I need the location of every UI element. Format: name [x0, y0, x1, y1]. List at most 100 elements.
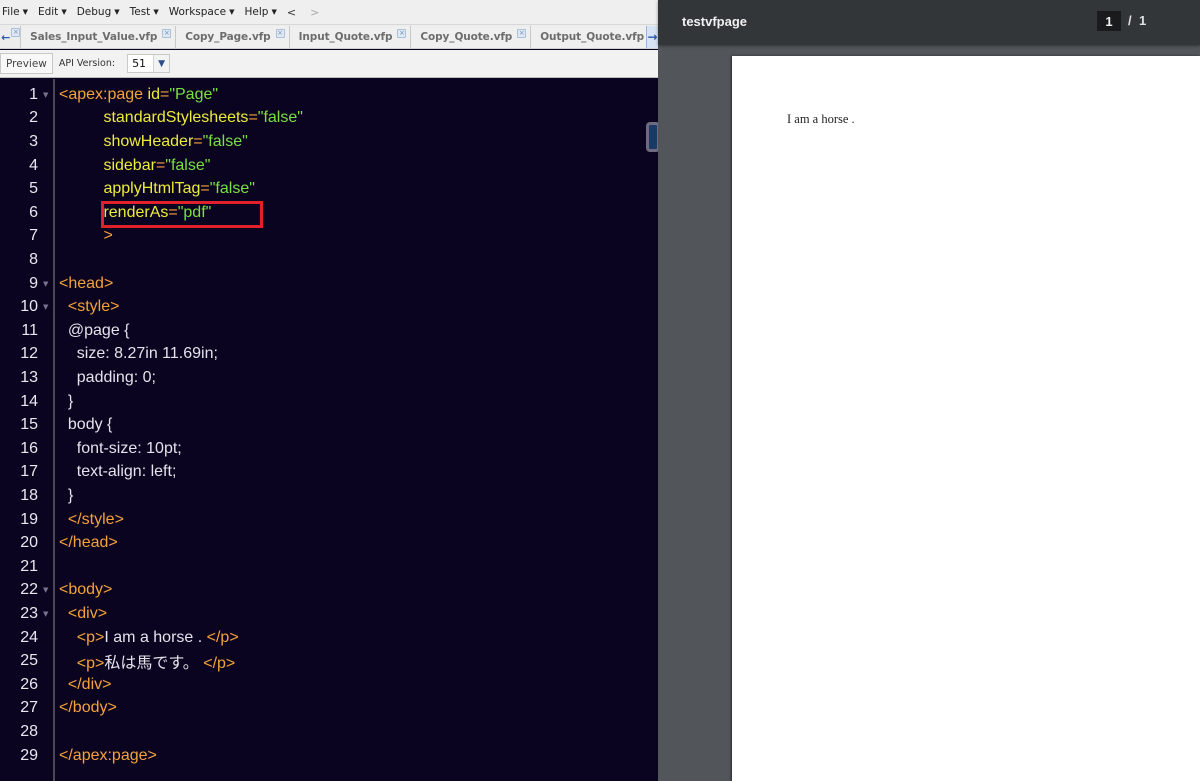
pdf-title: testvfpage [682, 14, 748, 29]
code-line[interactable]: 14 } [0, 390, 658, 414]
arrow-right-icon: → [647, 30, 658, 44]
tab-label: Input_Quote.vfp [298, 31, 393, 43]
code-token-attr: sidebar [103, 156, 156, 174]
code-line[interactable]: 19 </style> [0, 508, 658, 532]
menu-workspace[interactable]: Workspace ▼ [169, 6, 235, 18]
code-token-str: "false" [257, 109, 303, 127]
code-token-tag: = [248, 109, 258, 127]
code-token-tag: = [159, 85, 170, 103]
code-line[interactable]: 22 ▼ <body> [0, 579, 658, 603]
code-text: <style> [59, 298, 120, 316]
tab-output-quote[interactable]: Output_Quote.vfp [530, 26, 646, 48]
code-line[interactable]: 8 [0, 248, 658, 272]
code-line[interactable]: 18 } [0, 484, 658, 508]
close-tab-icon[interactable]: × [517, 29, 527, 38]
code-text: <head> [59, 275, 113, 293]
code-line[interactable]: 5 applyHtmlTag="false" [0, 177, 658, 201]
pdf-viewer: testvfpage 1 / 1 I am a horse . [658, 0, 1200, 781]
code-token-str: "false" [209, 180, 255, 198]
line-number: 23 [20, 604, 38, 622]
code-line[interactable]: 20 </head> [0, 531, 658, 555]
line-number: 28 [20, 722, 38, 740]
close-tab-icon[interactable]: × [11, 28, 21, 37]
forward-nav-button[interactable]: > [310, 6, 319, 19]
close-tab-icon[interactable]: × [275, 29, 285, 38]
code-line[interactable]: 6 renderAs="pdf" [0, 201, 658, 225]
line-number: 11 [21, 321, 38, 339]
code-token-tag: = [200, 180, 210, 198]
menu-file[interactable]: File ▼ [2, 6, 28, 18]
code-line[interactable]: 28 [0, 720, 658, 744]
code-line[interactable]: 25 <p>私は馬です。 </p> [0, 649, 658, 673]
code-line[interactable]: 4 sidebar="false" [0, 154, 658, 178]
line-number: 18 [20, 486, 38, 504]
code-line[interactable]: 7 > [0, 225, 658, 249]
tab-scroll-right-button[interactable]: → [646, 26, 658, 48]
line-number: 29 [20, 746, 38, 764]
line-number: 4 [29, 156, 38, 174]
editor-toolbar: Preview API Version: 51 ▼ [0, 50, 658, 78]
tab-copy-quote[interactable]: Copy_Quote.vfp × [410, 26, 531, 48]
code-line[interactable]: 13 padding: 0; [0, 366, 658, 390]
file-tab-bar: ← × Sales_Input_Value.vfp × Copy_Page.vf… [0, 25, 658, 49]
tab-sales-input-value[interactable]: Sales_Input_Value.vfp × [20, 26, 176, 48]
menu-edit[interactable]: Edit ▼ [38, 6, 67, 18]
fold-toggle-icon[interactable]: ▼ [43, 91, 48, 99]
code-line[interactable]: 24 <p>I am a horse . </p> [0, 626, 658, 650]
code-line[interactable]: 9 ▼ <head> [0, 272, 658, 296]
line-number: 22 [20, 581, 38, 599]
api-version-value: 51 [132, 57, 147, 70]
code-line[interactable]: 17 text-align: left; [0, 461, 658, 485]
line-number: 27 [20, 699, 38, 717]
menu-test[interactable]: Test ▼ [130, 6, 159, 18]
code-line[interactable]: 3 showHeader="false" [0, 130, 658, 154]
menu-debug[interactable]: Debug ▼ [77, 6, 120, 18]
code-line[interactable]: 23 ▼ <div> [0, 602, 658, 626]
page-number-input[interactable]: 1 [1097, 11, 1121, 31]
code-line[interactable]: 21 [0, 555, 658, 579]
code-token-attr: standardStylesheets [103, 109, 249, 127]
code-token-tag: <p> [76, 655, 105, 673]
code-line[interactable]: 26 </div> [0, 673, 658, 697]
preview-button[interactable]: Preview [0, 53, 53, 74]
code-line[interactable]: 15 body { [0, 413, 658, 437]
code-line[interactable]: 2 standardStylesheets="false" [0, 107, 658, 131]
line-number: 12 [20, 345, 38, 363]
chevron-down-icon[interactable]: ▼ [153, 55, 170, 72]
chevron-down-icon: ▼ [61, 8, 67, 16]
menu-bar: File ▼ Edit ▼ Debug ▼ Test ▼ Workspace ▼ Help… [0, 0, 658, 25]
code-line[interactable]: 10 ▼ <style> [0, 295, 658, 319]
code-token-tag: <head> [59, 274, 114, 292]
tab-label: Output_Quote.vfp [540, 31, 644, 43]
fold-toggle-icon[interactable]: ▼ [43, 586, 48, 594]
code-text: @page { [59, 322, 130, 340]
close-tab-icon[interactable]: × [397, 29, 407, 38]
back-nav-button[interactable]: < [287, 6, 296, 19]
code-token-str: "false" [165, 156, 211, 174]
fold-toggle-icon[interactable]: ▼ [43, 303, 48, 311]
code-line[interactable]: 11 @page { [0, 319, 658, 343]
line-number: 20 [20, 534, 38, 552]
tab-input-quote[interactable]: Input_Quote.vfp × [288, 26, 411, 48]
code-editor[interactable]: 1 ▼ <apex:page id="Page" 2 standardStyleshe… [0, 79, 658, 781]
code-line[interactable]: 1 ▼ <apex:page id="Page" [0, 83, 658, 107]
code-line[interactable]: 29 </apex:page> [0, 744, 658, 768]
tab-copy-page[interactable]: Copy_Page.vfp × [175, 26, 289, 48]
api-version-select[interactable]: 51 ▼ [127, 54, 171, 73]
code-line[interactable]: 12 size: 8.27in 11.69in; [0, 343, 658, 367]
code-line[interactable]: 16 font-size: 10pt; [0, 437, 658, 461]
fold-toggle-icon[interactable]: ▼ [43, 610, 48, 618]
code-text: body { [59, 416, 112, 434]
code-token-tag: </style> [67, 510, 124, 528]
code-text: <div> [59, 605, 107, 623]
menu-debug-label: Debug [76, 6, 112, 18]
fold-toggle-icon[interactable]: ▼ [43, 280, 48, 288]
code-text: </body> [59, 699, 117, 717]
tab-scroll-left-button[interactable]: ← [0, 26, 11, 48]
close-tab-icon[interactable]: × [162, 29, 172, 38]
menu-help[interactable]: Help ▼ [245, 6, 277, 18]
code-line[interactable]: 27 </body> [0, 697, 658, 721]
